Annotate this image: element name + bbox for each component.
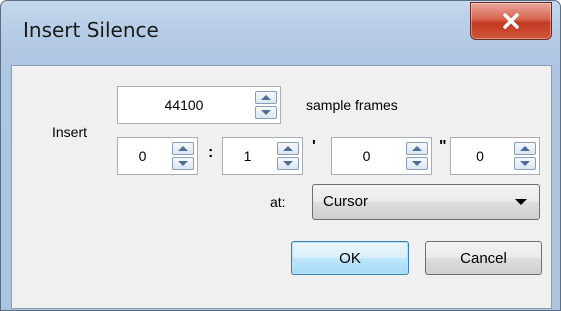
hours-down-button[interactable] xyxy=(172,157,194,170)
minutes-down-button[interactable] xyxy=(277,157,299,170)
arrow-up-icon xyxy=(261,95,271,100)
at-label: at: xyxy=(270,194,286,210)
sample-frames-label: sample frames xyxy=(306,97,398,113)
frames-down-button[interactable] xyxy=(514,157,536,170)
minutes-up-button[interactable] xyxy=(277,142,299,155)
sample-frames-up-button[interactable] xyxy=(255,91,277,104)
time-separator-colon: : xyxy=(208,144,214,161)
close-icon xyxy=(503,13,519,29)
arrow-down-icon xyxy=(283,161,293,166)
sample-frames-down-button[interactable] xyxy=(255,106,277,119)
seconds-spinbox: 0 xyxy=(331,137,432,175)
time-separator-quote: " xyxy=(439,138,447,155)
sample-frames-input[interactable]: 44100 xyxy=(118,87,250,123)
chevron-down-icon xyxy=(515,199,527,205)
dialog-body: Insert 44100 sample frames 0 : 1 ' 0 " 0… xyxy=(11,65,552,309)
arrow-down-icon xyxy=(520,161,530,166)
minutes-spinbox: 1 xyxy=(222,137,303,175)
frames-up-button[interactable] xyxy=(514,142,536,155)
minutes-input[interactable]: 1 xyxy=(223,138,272,174)
arrow-down-icon xyxy=(178,161,188,166)
hours-spinbox: 0 xyxy=(117,137,198,175)
frames-input[interactable]: 0 xyxy=(451,138,509,174)
time-separator-apostrophe: ' xyxy=(312,138,316,155)
dialog-title: Insert Silence xyxy=(23,18,159,42)
arrow-up-icon xyxy=(283,146,293,151)
hours-input[interactable]: 0 xyxy=(118,138,167,174)
hours-up-button[interactable] xyxy=(172,142,194,155)
position-select-value: Cursor xyxy=(323,193,369,210)
cancel-button[interactable]: Cancel xyxy=(425,241,542,275)
arrow-up-icon xyxy=(520,146,530,151)
insert-label: Insert xyxy=(52,124,88,140)
frames-spinbox: 0 xyxy=(450,137,540,175)
seconds-up-button[interactable] xyxy=(406,142,428,155)
seconds-input[interactable]: 0 xyxy=(332,138,401,174)
arrow-up-icon xyxy=(412,146,422,151)
insert-silence-dialog: Insert Silence Insert 44100 sample frame… xyxy=(0,0,561,311)
ok-button[interactable]: OK xyxy=(291,241,409,275)
sample-frames-spinbox: 44100 xyxy=(117,86,281,124)
arrow-up-icon xyxy=(178,146,188,151)
close-button[interactable] xyxy=(470,2,552,40)
arrow-down-icon xyxy=(261,110,271,115)
arrow-down-icon xyxy=(412,161,422,166)
seconds-down-button[interactable] xyxy=(406,157,428,170)
position-select[interactable]: Cursor xyxy=(312,184,540,220)
